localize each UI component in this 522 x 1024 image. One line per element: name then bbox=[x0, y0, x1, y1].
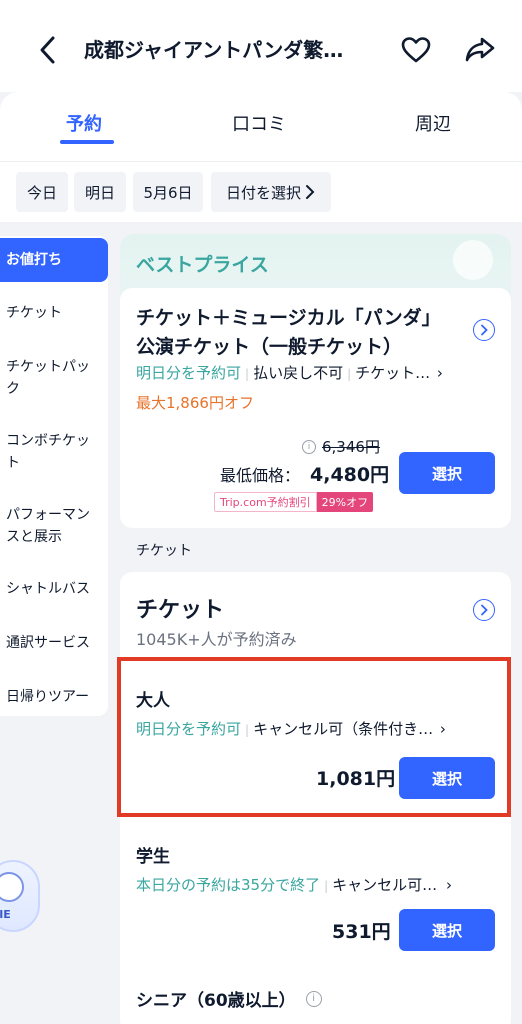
panda-icon bbox=[0, 872, 24, 902]
chevron-right-icon bbox=[481, 324, 488, 336]
page-title: 成都ジャイアントパンダ繁… bbox=[84, 38, 344, 62]
sidebar-item-performances[interactable]: パフォーマンスと展示 bbox=[6, 504, 102, 548]
select-button-best[interactable]: 選択 bbox=[399, 452, 495, 494]
select-button-student[interactable]: 選択 bbox=[399, 909, 495, 951]
chevron-right-icon bbox=[481, 604, 488, 616]
header-bar: 成都ジャイアントパンダ繁… bbox=[0, 0, 522, 92]
chevron-right-icon bbox=[306, 185, 315, 199]
category-sidebar: お値打ち チケット チケットパック コンボチケット パフォーマンスと展示 シャト… bbox=[0, 236, 108, 716]
promo-badge: Trip.com予約割引 29%オフ bbox=[214, 492, 374, 512]
date-picker-button[interactable]: 日付を選択 bbox=[211, 172, 331, 212]
date-chip-tomorrow[interactable]: 明日 bbox=[74, 172, 126, 212]
best-price-title: ベストプライス bbox=[136, 254, 269, 276]
favorite-button[interactable] bbox=[398, 30, 434, 70]
share-button[interactable] bbox=[460, 30, 500, 70]
date-picker-label: 日付を選択 bbox=[225, 183, 301, 202]
booked-count: 1045K+人が予約済み bbox=[136, 630, 297, 649]
ticket-detail-arrow[interactable] bbox=[473, 599, 495, 621]
option-senior[interactable]: シニア（60歳以上） i bbox=[136, 986, 322, 1011]
price-student: 531円 bbox=[332, 921, 391, 943]
option-tags-student[interactable]: 本日分の予約は35分で終了 | キャンセル可… › bbox=[136, 874, 452, 897]
tag-bookable: 明日分を予約可 bbox=[136, 364, 242, 382]
tab-nearby[interactable]: 周辺 bbox=[415, 110, 451, 136]
tag-separator: | bbox=[245, 367, 250, 381]
option-name-senior: シニア（60歳以上） bbox=[136, 991, 296, 1011]
original-price-row: i 6,346円 bbox=[302, 436, 380, 457]
lowest-price: 4,480円 bbox=[310, 464, 390, 486]
product-tags[interactable]: 明日分を予約可 | 払い戻し不可 | チケット… › bbox=[136, 362, 443, 385]
sidebar-item-day-tours[interactable]: 日帰りツアー bbox=[6, 686, 102, 708]
date-selector: 今日 明日 5月6日 日付を選択 bbox=[0, 162, 522, 222]
sidebar-item-combo[interactable]: コンボチケット bbox=[6, 430, 102, 474]
info-icon: i bbox=[302, 439, 316, 454]
tab-reviews[interactable]: 口コミ bbox=[232, 110, 286, 136]
promo-discount: 29%オフ bbox=[316, 492, 374, 512]
tab-active-indicator bbox=[60, 140, 114, 144]
chevron-right-icon: › bbox=[445, 876, 452, 894]
chevron-right-icon: › bbox=[436, 364, 443, 382]
sidebar-item-interpreter[interactable]: 通訳サービス bbox=[6, 632, 102, 654]
tag-closing-soon: 本日分の予約は35分で終了 bbox=[136, 876, 321, 894]
original-price: 6,346円 bbox=[322, 438, 380, 456]
chevron-left-icon bbox=[40, 36, 55, 64]
back-button[interactable] bbox=[32, 30, 64, 70]
sidebar-item-tickets[interactable]: チケット bbox=[6, 302, 102, 324]
highlight-box bbox=[117, 657, 511, 817]
share-icon bbox=[465, 37, 495, 62]
option-name-student: 学生 bbox=[136, 847, 170, 867]
decor-badge-icon bbox=[453, 240, 493, 280]
tab-bar: 予約 口コミ 周辺 bbox=[0, 92, 522, 162]
tab-booking[interactable]: 予約 bbox=[66, 110, 102, 136]
date-chip-today[interactable]: 今日 bbox=[16, 172, 68, 212]
ticket-card-title: チケット bbox=[136, 598, 225, 623]
assistant-button[interactable]: NIE bbox=[0, 860, 40, 932]
section-label-tickets: チケット bbox=[136, 543, 192, 559]
detail-arrow-button[interactable] bbox=[473, 319, 495, 341]
promo-label: Trip.com予約割引 bbox=[214, 492, 317, 512]
tag-separator: | bbox=[347, 367, 352, 381]
date-chip-may6[interactable]: 5月6日 bbox=[133, 172, 203, 212]
tag-separator: | bbox=[324, 879, 329, 893]
lowest-price-label: 最低価格： bbox=[220, 466, 301, 485]
sidebar-item-ticket-packs[interactable]: チケットパック bbox=[6, 356, 102, 400]
sidebar-item-deals[interactable]: お値打ち bbox=[0, 238, 108, 282]
assistant-label: NIE bbox=[0, 908, 11, 921]
tag-no-refund: 払い戻し不可 bbox=[253, 364, 344, 382]
heart-icon bbox=[401, 37, 431, 63]
info-icon: i bbox=[305, 990, 322, 1007]
best-price-card[interactable]: チケット＋ミュージカル「パンダ」公演チケット（一般チケット） 明日分を予約可 | 払… bbox=[120, 288, 511, 528]
tag-more: チケット… bbox=[355, 364, 431, 382]
discount-label: 最大1,866円オフ bbox=[136, 394, 254, 412]
tag-cancel: キャンセル可… bbox=[332, 876, 438, 894]
product-title: チケット＋ミュージカル「パンダ」公演チケット（一般チケット） bbox=[136, 307, 441, 358]
sidebar-item-shuttle[interactable]: シャトルバス bbox=[6, 578, 102, 600]
